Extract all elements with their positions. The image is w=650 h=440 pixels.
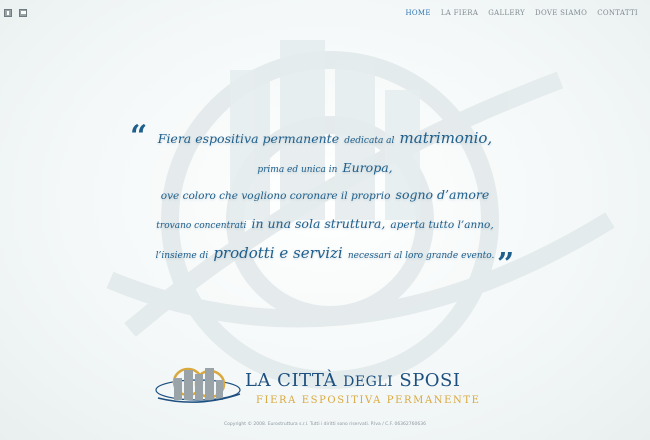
quote-line-4: trovano concentrati in una sola struttur… (0, 213, 650, 232)
quote-line-2: prima ed unica in Europa, (0, 157, 650, 176)
footer-copyright: Copyright © 2008. Eurostruttura s.r.l. T… (224, 422, 426, 427)
quote-line-5-part-a: l’insieme di (155, 251, 209, 261)
quote-line-1: Fiera espositiva permanente dedicata al … (0, 128, 650, 147)
quote-line-4-part-b: in una sola struttura, (251, 216, 386, 231)
quote-line-1-part-b: dedicata al (344, 136, 395, 146)
logo-subtitle: FIERA ESPOSITIVA PERMANENTE (256, 395, 481, 406)
logo-title: LA CITTÀ DEGLI SPOSI (245, 370, 461, 391)
quote-line-2-part-a: prima ed unica in (257, 165, 338, 175)
quote-line-5: l’insieme di prodotti e servizi necessar… (0, 243, 650, 262)
logo-title-part-2: DEGLI (343, 374, 394, 390)
quote-line-3: ove coloro che vogliono coronare il prop… (0, 184, 650, 203)
site-logo[interactable]: LA CITTÀ DEGLI SPOSI FIERA ESPOSITIVA PE… (152, 358, 502, 420)
quote-line-3-part-b: sogno d’amore (395, 187, 490, 202)
quote-line-3-part-a: ove coloro che vogliono coronare il prop… (160, 190, 391, 202)
quote-line-4-part-c: aperta tutto l’anno, (390, 219, 494, 231)
close-quote-mark: ” (497, 247, 515, 282)
quote-line-1-part-c: matrimonio, (399, 129, 493, 147)
quote-line-4-part-a: trovano concentrati (156, 221, 247, 231)
logo-title-part-3: SPOSI (399, 370, 461, 391)
quote-line-1-part-a: Fiera espositiva permanente (157, 131, 340, 146)
intro-quote: “ Fiera espositiva permanente dedicata a… (0, 0, 650, 300)
logo-emblem-icon (155, 367, 241, 403)
logo-title-part-1: LA CITTÀ (245, 370, 337, 391)
quote-line-5-part-b: prodotti e servizi (213, 244, 343, 262)
quote-line-5-part-c: necessari al loro grande evento. (347, 251, 495, 261)
quote-line-2-part-b: Europa, (342, 160, 393, 175)
